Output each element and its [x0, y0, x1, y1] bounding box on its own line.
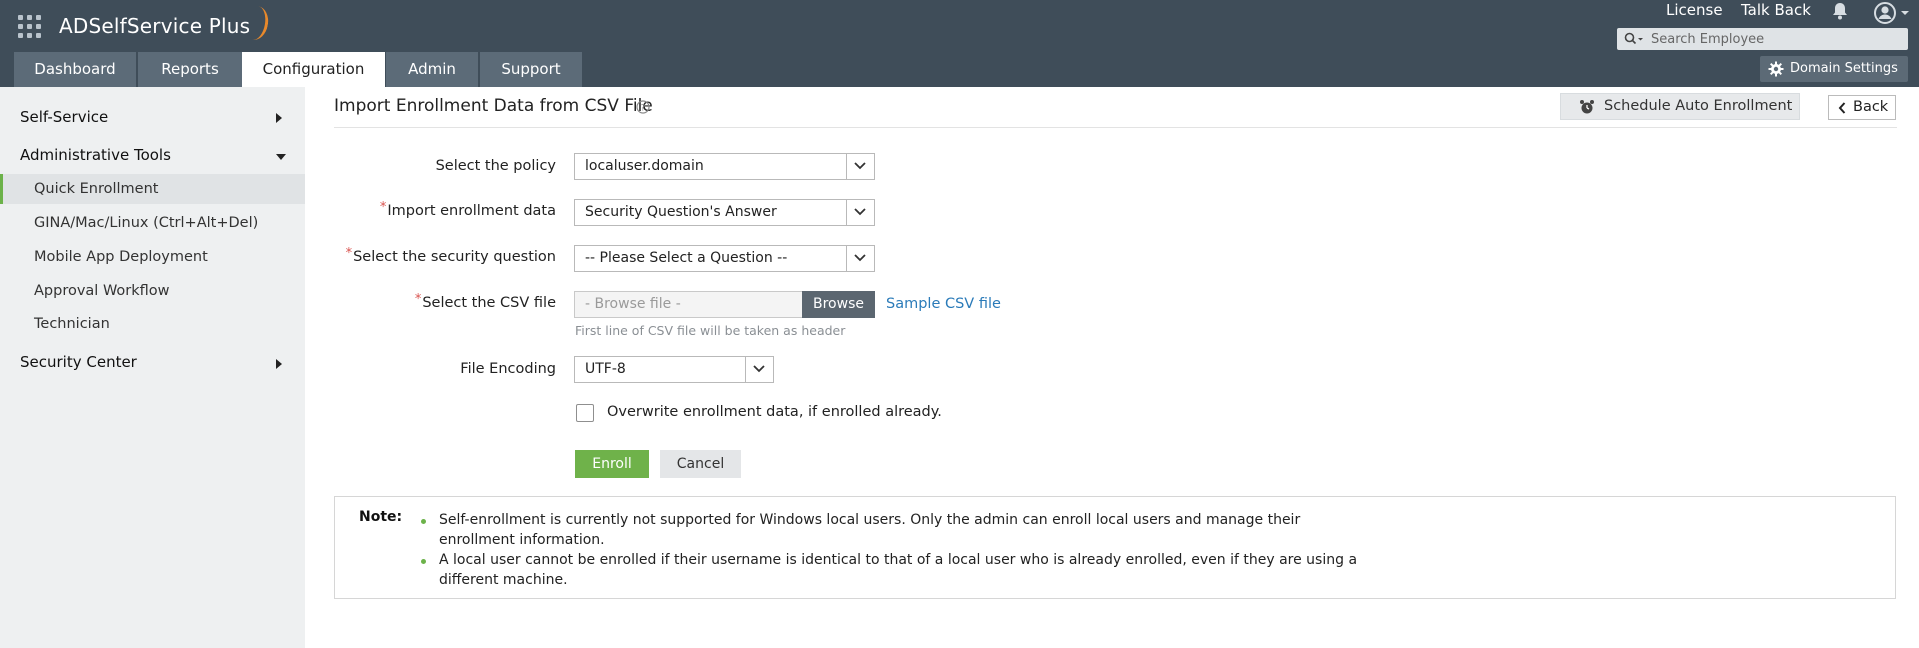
overwrite-checkbox-label[interactable]: Overwrite enrollment data, if enrolled a…	[607, 404, 942, 420]
encoding-select-value: UTF-8	[585, 361, 626, 377]
security-question-label-text: Select the security question	[353, 249, 556, 265]
encoding-label-text: File Encoding	[460, 361, 556, 377]
policy-select-value: localuser.domain	[585, 158, 704, 174]
security-question-select[interactable]: -- Please Select a Question --	[574, 245, 875, 272]
encoding-select[interactable]: UTF-8	[574, 356, 774, 383]
security-question-label: *Select the security question	[326, 246, 556, 265]
logo-swoosh-icon	[240, 4, 272, 42]
csv-file-label: *Select the CSV file	[326, 292, 556, 311]
back-button[interactable]: Back	[1828, 95, 1896, 120]
schedule-auto-enrollment-button[interactable]: Schedule Auto Enrollment	[1560, 93, 1800, 120]
import-data-select[interactable]: Security Question's Answer	[574, 199, 875, 226]
browse-button[interactable]: Browse	[802, 291, 875, 318]
required-marker: *	[345, 246, 353, 261]
import-data-label-text: Import enrollment data	[387, 203, 556, 219]
search-input[interactable]	[1651, 28, 1901, 50]
tab-admin[interactable]: Admin	[386, 52, 478, 87]
import-data-select-value: Security Question's Answer	[585, 204, 777, 220]
title-divider	[334, 127, 1897, 128]
back-label: Back	[1853, 99, 1889, 115]
cancel-button[interactable]: Cancel	[660, 450, 741, 478]
sample-csv-link[interactable]: Sample CSV file	[886, 296, 1001, 312]
app-name: ADSelfService Plus	[59, 14, 251, 38]
note-item-text: Self-enrollment is currently not support…	[439, 512, 1301, 548]
sidebar-section-security-center[interactable]: Security Center	[20, 353, 137, 371]
enroll-button[interactable]: Enroll	[575, 450, 649, 478]
csv-file-input[interactable]: - Browse file -	[574, 291, 803, 318]
required-marker: *	[414, 292, 422, 307]
chevron-down-icon[interactable]	[276, 154, 286, 160]
encoding-label: File Encoding	[326, 361, 556, 377]
note-title: Note:	[359, 509, 403, 525]
security-question-select-value: -- Please Select a Question --	[585, 250, 788, 266]
sidebar-section-self-service[interactable]: Self-Service	[20, 108, 108, 126]
schedule-auto-enrollment-label: Schedule Auto Enrollment	[1604, 98, 1793, 114]
sidebar-item-gina-mac-linux[interactable]: GINA/Mac/Linux (Ctrl+Alt+Del)	[0, 208, 305, 238]
chevron-down-icon	[854, 162, 866, 170]
chevron-right-icon[interactable]	[276, 113, 282, 123]
gear-icon	[1768, 61, 1784, 77]
note-item: Self-enrollment is currently not support…	[417, 511, 1377, 550]
sidebar-item-quick-enrollment[interactable]: Quick Enrollment	[0, 174, 305, 204]
policy-label: Select the policy	[326, 158, 556, 174]
bell-icon[interactable]	[1829, 1, 1851, 21]
bullet-icon	[421, 559, 426, 564]
chevron-down-icon	[854, 208, 866, 216]
chevron-right-icon[interactable]	[276, 359, 282, 369]
domain-settings-label: Domain Settings	[1790, 61, 1898, 76]
note-item-text: A local user cannot be enrolled if their…	[439, 552, 1358, 588]
chevron-down-icon	[753, 365, 765, 373]
bullet-icon	[421, 519, 426, 524]
domain-settings-button[interactable]: Domain Settings	[1760, 56, 1908, 82]
app-logo[interactable]: ADSelfService Plus	[59, 4, 272, 42]
sidebar-item-approval-workflow[interactable]: Approval Workflow	[0, 276, 305, 306]
page-title: Import Enrollment Data from CSV File	[334, 96, 653, 116]
sidebar-item-technician[interactable]: Technician	[0, 309, 305, 339]
csv-header-hint: First line of CSV file will be taken as …	[575, 323, 846, 338]
note-list: Self-enrollment is currently not support…	[417, 511, 1377, 590]
user-avatar-icon[interactable]	[1873, 1, 1913, 25]
security-question-dropdown-toggle[interactable]	[846, 246, 874, 271]
app-grid-icon[interactable]	[18, 15, 42, 39]
sidebar-section-administrative-tools[interactable]: Administrative Tools	[20, 146, 171, 164]
license-link[interactable]: License	[1666, 1, 1723, 19]
svg-text:?: ?	[641, 104, 646, 114]
import-data-label: *Import enrollment data	[326, 200, 556, 219]
sidebar-item-mobile-app-deployment[interactable]: Mobile App Deployment	[0, 242, 305, 272]
note-box: Note: Self-enrollment is currently not s…	[334, 496, 1896, 599]
alarm-clock-icon	[1580, 100, 1594, 114]
required-marker: *	[379, 200, 387, 215]
employee-search[interactable]	[1617, 28, 1908, 50]
policy-label-text: Select the policy	[435, 158, 556, 174]
encoding-dropdown-toggle[interactable]	[745, 357, 773, 382]
help-icon[interactable]: ?	[636, 100, 650, 114]
top-header: ADSelfService Plus License Talk Back Sea…	[0, 0, 1919, 87]
overwrite-checkbox[interactable]	[576, 404, 594, 422]
tab-support[interactable]: Support	[480, 52, 582, 87]
tab-configuration[interactable]: Configuration	[242, 52, 385, 87]
csv-file-label-text: Select the CSV file	[422, 295, 556, 311]
note-item: A local user cannot be enrolled if their…	[417, 551, 1377, 590]
policy-select[interactable]: localuser.domain	[574, 153, 875, 180]
chevron-left-icon	[1838, 102, 1846, 114]
chevron-down-icon	[854, 254, 866, 262]
policy-dropdown-toggle[interactable]	[846, 154, 874, 179]
tab-reports[interactable]: Reports	[138, 52, 242, 87]
tab-dashboard[interactable]: Dashboard	[14, 52, 136, 87]
talk-back-link[interactable]: Talk Back	[1741, 1, 1811, 19]
csv-file-placeholder: - Browse file -	[585, 296, 681, 312]
search-icon	[1624, 32, 1643, 45]
import-data-dropdown-toggle[interactable]	[846, 200, 874, 225]
sidebar: Self-Service Administrative Tools Quick …	[0, 87, 305, 648]
